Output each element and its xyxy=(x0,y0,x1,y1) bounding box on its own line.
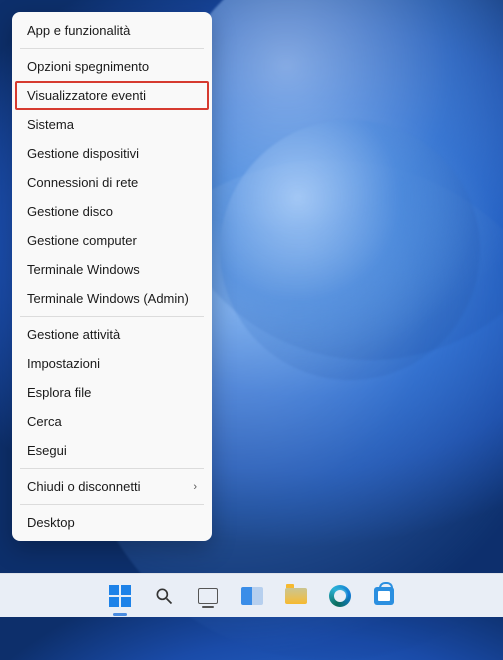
menu-item-esegui[interactable]: Esegui xyxy=(15,436,209,465)
menu-item-label: Terminale Windows (Admin) xyxy=(27,291,189,306)
menu-item-terminale-windows-admin[interactable]: Terminale Windows (Admin) xyxy=(15,284,209,313)
menu-item-label: Chiudi o disconnetti xyxy=(27,479,140,494)
menu-item-label: Gestione disco xyxy=(27,204,113,219)
menu-item-opzioni-spegnimento[interactable]: Opzioni spegnimento xyxy=(15,52,209,81)
menu-separator xyxy=(20,316,204,317)
menu-item-label: Opzioni spegnimento xyxy=(27,59,149,74)
file-explorer-icon[interactable] xyxy=(282,582,310,610)
menu-item-visualizzatore-eventi[interactable]: Visualizzatore eventi xyxy=(15,81,209,110)
search-icon[interactable] xyxy=(150,582,178,610)
menu-separator xyxy=(20,504,204,505)
menu-item-impostazioni[interactable]: Impostazioni xyxy=(15,349,209,378)
wallpaper-swirl xyxy=(220,120,480,380)
menu-item-label: Gestione attività xyxy=(27,327,120,342)
taskbar xyxy=(0,573,503,617)
menu-separator xyxy=(20,48,204,49)
task-view-icon[interactable] xyxy=(194,582,222,610)
menu-item-label: Connessioni di rete xyxy=(27,175,138,190)
menu-item-label: Impostazioni xyxy=(27,356,100,371)
menu-item-chiudi-o-disconnetti[interactable]: Chiudi o disconnetti › xyxy=(15,472,209,501)
menu-item-gestione-dispositivi[interactable]: Gestione dispositivi xyxy=(15,139,209,168)
menu-item-label: Gestione dispositivi xyxy=(27,146,139,161)
menu-item-gestione-computer[interactable]: Gestione computer xyxy=(15,226,209,255)
menu-item-label: Cerca xyxy=(27,414,62,429)
menu-item-label: Visualizzatore eventi xyxy=(27,88,146,103)
menu-item-label: App e funzionalità xyxy=(27,23,130,38)
microsoft-store-icon[interactable] xyxy=(370,582,398,610)
menu-item-sistema[interactable]: Sistema xyxy=(15,110,209,139)
chevron-right-icon: › xyxy=(193,481,197,493)
start-icon[interactable] xyxy=(106,582,134,610)
menu-item-cerca[interactable]: Cerca xyxy=(15,407,209,436)
menu-item-label: Gestione computer xyxy=(27,233,137,248)
menu-item-terminale-windows[interactable]: Terminale Windows xyxy=(15,255,209,284)
menu-item-label: Sistema xyxy=(27,117,74,132)
menu-item-label: Terminale Windows xyxy=(27,262,140,277)
menu-item-connessioni-di-rete[interactable]: Connessioni di rete xyxy=(15,168,209,197)
winx-context-menu: App e funzionalità Opzioni spegnimento Vis… xyxy=(12,12,212,541)
menu-item-label: Esegui xyxy=(27,443,67,458)
edge-icon[interactable] xyxy=(326,582,354,610)
menu-separator xyxy=(20,468,204,469)
menu-item-label: Desktop xyxy=(27,515,75,530)
widgets-icon[interactable] xyxy=(238,582,266,610)
menu-item-gestione-attivit[interactable]: Gestione attività xyxy=(15,320,209,349)
menu-item-app-e-funzionalit[interactable]: App e funzionalità xyxy=(15,16,209,45)
menu-item-label: Esplora file xyxy=(27,385,91,400)
menu-item-gestione-disco[interactable]: Gestione disco xyxy=(15,197,209,226)
menu-item-esplora-file[interactable]: Esplora file xyxy=(15,378,209,407)
menu-item-desktop[interactable]: Desktop xyxy=(15,508,209,537)
